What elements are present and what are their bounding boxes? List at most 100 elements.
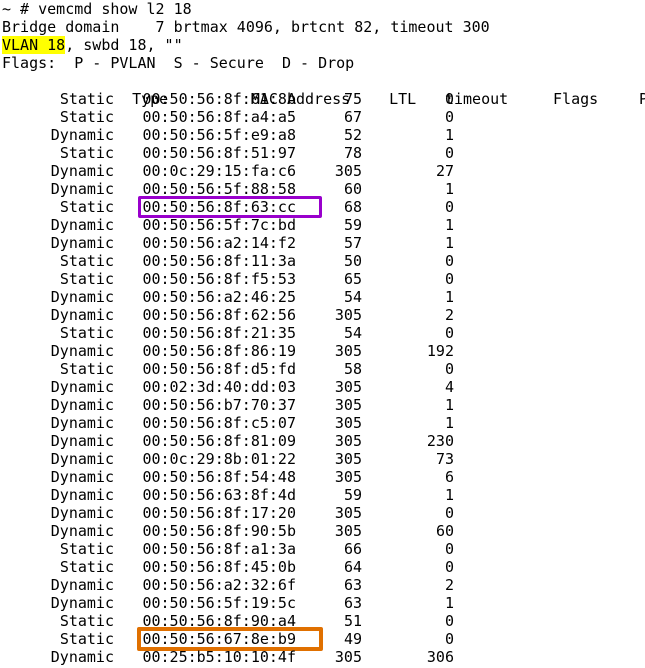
cell-mac: 00:50:56:8f:81:09 xyxy=(142,432,296,450)
cell-type: Static xyxy=(59,324,114,342)
cell-timeout: 1 xyxy=(444,180,454,198)
cell-ltl: 75 xyxy=(343,90,362,108)
cell-mac: 00:50:56:67:8e:b9 xyxy=(142,630,296,648)
table-row: Dynamic 00:0c:29:8b:01:22 305 73 xyxy=(2,450,645,468)
cell-type: Static xyxy=(59,144,114,162)
cell-type: Dynamic xyxy=(50,450,114,468)
cell-type: Dynamic xyxy=(50,504,114,522)
vlan-line: VLAN 18, swbd 18, "" xyxy=(0,36,645,54)
cell-type: Dynamic xyxy=(50,576,114,594)
cell-mac: 00:50:56:5f:e9:a8 xyxy=(142,126,296,144)
cell-type: Dynamic xyxy=(50,162,114,180)
table-row: Dynamic 00:50:56:8f:54:48 305 6 xyxy=(2,468,645,486)
cell-timeout: 27 xyxy=(435,162,454,180)
cell-timeout: 0 xyxy=(444,198,454,216)
table-row: Static 00:50:56:8f:21:35 54 0 xyxy=(2,324,645,342)
cell-mac: 00:50:56:8f:11:3a xyxy=(142,252,296,270)
table-row: Dynamic 00:50:56:5f:19:5c 63 1 xyxy=(2,594,645,612)
cell-type: Dynamic xyxy=(50,594,114,612)
cell-timeout: 0 xyxy=(444,504,454,522)
cell-mac: 00:0c:29:15:fa:c6 xyxy=(142,162,296,180)
cell-ltl: 54 xyxy=(343,288,362,306)
cell-ltl: 51 xyxy=(343,612,362,630)
cell-timeout: 0 xyxy=(444,90,454,108)
cell-ltl: 52 xyxy=(343,126,362,144)
cell-ltl: 59 xyxy=(343,216,362,234)
table-row: Static 00:50:56:8f:d5:fd 58 0 xyxy=(2,360,645,378)
cell-ltl: 305 xyxy=(334,648,362,666)
table-row: Static 00:50:56:8f:45:0b 64 0 xyxy=(2,558,645,576)
cell-ltl: 68 xyxy=(343,198,362,216)
cell-mac: 00:50:56:5f:88:58 xyxy=(142,180,296,198)
table-row: Static 00:50:56:8f:11:3a 50 0 xyxy=(2,252,645,270)
table-row: Static 00:50:56:67:8e:b9 49 0 xyxy=(2,627,645,651)
command-prompt-line: ~ # vemcmd show l2 18 xyxy=(2,0,192,18)
cell-timeout: 0 xyxy=(444,612,454,630)
cell-mac: 00:50:56:a2:46:25 xyxy=(142,288,296,306)
cell-ltl: 65 xyxy=(343,270,362,288)
cell-ltl: 57 xyxy=(343,234,362,252)
cell-ltl: 54 xyxy=(343,324,362,342)
cell-timeout: 1 xyxy=(444,486,454,504)
cell-timeout: 4 xyxy=(444,378,454,396)
table-row: Static 00:50:56:8f:f5:53 65 0 xyxy=(2,270,645,288)
cell-mac: 00:50:56:8f:21:35 xyxy=(142,324,296,342)
bridge-domain-line: Bridge domain 7 brtmax 4096, brtcnt 82, … xyxy=(2,18,490,36)
terminal-window: ~ # vemcmd show l2 18 Bridge domain 7 br… xyxy=(0,0,645,668)
cell-mac: 00:0c:29:8b:01:22 xyxy=(142,450,296,468)
cell-type: Dynamic xyxy=(50,648,114,666)
cell-ltl: 305 xyxy=(334,306,362,324)
cell-type: Dynamic xyxy=(50,234,114,252)
table-row: Static 00:50:56:8f:a4:a5 67 0 xyxy=(2,108,645,126)
cell-timeout: 0 xyxy=(444,540,454,558)
cell-mac: 00:50:56:a2:32:6f xyxy=(142,576,296,594)
cell-mac: 00:50:56:8f:45:0b xyxy=(142,558,296,576)
cell-mac: 00:50:56:b7:70:37 xyxy=(142,396,296,414)
cell-ltl: 78 xyxy=(343,144,362,162)
table-row: Dynamic 00:0c:29:15:fa:c6 305 27 xyxy=(2,162,645,180)
table-row: Static 00:50:56:8f:a1:3a 66 0 xyxy=(2,540,645,558)
cell-ltl: 305 xyxy=(334,450,362,468)
cell-ltl: 305 xyxy=(334,432,362,450)
cell-timeout: 1 xyxy=(444,234,454,252)
cell-ltl: 60 xyxy=(343,180,362,198)
cell-type: Dynamic xyxy=(50,378,114,396)
cell-ltl: 305 xyxy=(334,468,362,486)
table-row: Dynamic 00:50:56:5f:7c:bd 59 1 xyxy=(2,216,645,234)
cell-mac: 00:50:56:8f:f5:53 xyxy=(142,270,296,288)
table-row: Dynamic 00:50:56:a2:14:f2 57 1 xyxy=(2,234,645,252)
cell-mac: 00:50:56:8f:61:8b xyxy=(142,90,296,108)
cell-timeout: 192 xyxy=(426,342,454,360)
cell-type: Dynamic xyxy=(50,414,114,432)
table-header-row: TypeMAC AddressLTLtimeoutFlagsPVLAN xyxy=(2,72,645,108)
table-row: Dynamic 00:50:56:8f:86:19 305 192 xyxy=(2,342,645,360)
table-row: Dynamic 00:50:56:8f:90:5b 305 60 xyxy=(2,522,645,540)
table-row: Static 00:50:56:8f:90:a4 51 0 xyxy=(2,612,645,630)
cell-type: Dynamic xyxy=(50,486,114,504)
table-row: Static 00:50:56:8f:51:97 78 0 xyxy=(2,144,645,162)
cell-mac: 00:50:56:8f:90:5b xyxy=(142,522,296,540)
cell-mac: 00:50:56:8f:a4:a5 xyxy=(142,108,296,126)
cell-timeout: 306 xyxy=(426,648,454,666)
cell-mac: 00:50:56:8f:d5:fd xyxy=(142,360,296,378)
cell-timeout: 0 xyxy=(444,270,454,288)
cell-ltl: 305 xyxy=(334,522,362,540)
table-row: Dynamic 00:50:56:8f:62:56 305 2 xyxy=(2,306,645,324)
cell-timeout: 0 xyxy=(444,558,454,576)
cell-ltl: 305 xyxy=(334,504,362,522)
cell-timeout: 1 xyxy=(444,216,454,234)
cell-timeout: 1 xyxy=(444,414,454,432)
cell-mac: 00:50:56:8f:c5:07 xyxy=(142,414,296,432)
cell-ltl: 59 xyxy=(343,486,362,504)
cell-timeout: 0 xyxy=(444,252,454,270)
cell-mac: 00:50:56:5f:19:5c xyxy=(142,594,296,612)
cell-type: Static xyxy=(59,360,114,378)
cell-type: Dynamic xyxy=(50,342,114,360)
cell-type: Dynamic xyxy=(50,306,114,324)
table-row: Dynamic 00:50:56:b7:70:37 305 1 xyxy=(2,396,645,414)
cell-timeout: 6 xyxy=(444,468,454,486)
cell-timeout: 2 xyxy=(444,576,454,594)
cell-type: Dynamic xyxy=(50,288,114,306)
cell-type: Static xyxy=(59,540,114,558)
table-row: Static 00:50:56:8f:61:8b 75 0 xyxy=(2,90,645,108)
